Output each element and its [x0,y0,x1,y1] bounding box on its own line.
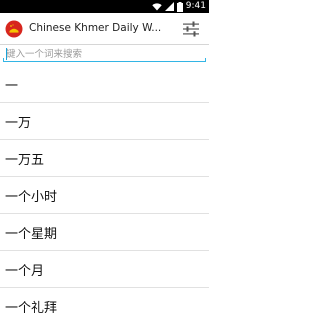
word-item[interactable]: 一个星期 [0,214,209,251]
search-input[interactable] [3,47,206,61]
app-flag-icon[interactable] [5,20,23,38]
action-bar: Chinese Khmer Daily W... [0,13,209,45]
word-item[interactable]: 一个礼拜 [0,288,209,313]
word-list: 一 一万 一万五 一个小时 一个星期 一个月 一个礼拜 [0,66,209,313]
search-field[interactable] [3,47,206,63]
wifi-icon [152,3,162,11]
word-item[interactable]: 一 [0,66,209,103]
search-underline [3,58,206,62]
battery-icon [176,1,183,12]
word-item[interactable]: 一万 [0,103,209,140]
app-title: Chinese Khmer Daily W... [29,22,162,34]
word-item[interactable]: 一个小时 [0,177,209,214]
text-cursor [6,48,7,60]
word-item[interactable]: 一个月 [0,251,209,288]
status-bar-right: 9:41 [152,0,206,13]
settings-button[interactable] [177,15,205,43]
status-bar: 9:41 [0,0,209,13]
word-item[interactable]: 一万五 [0,140,209,177]
app-screen: 9:41 Chinese Khmer Daily W... 键入一个词来搜索 一… [0,0,209,313]
signal-icon [164,2,174,11]
sliders-icon [183,21,199,37]
status-time: 9:41 [185,1,206,11]
